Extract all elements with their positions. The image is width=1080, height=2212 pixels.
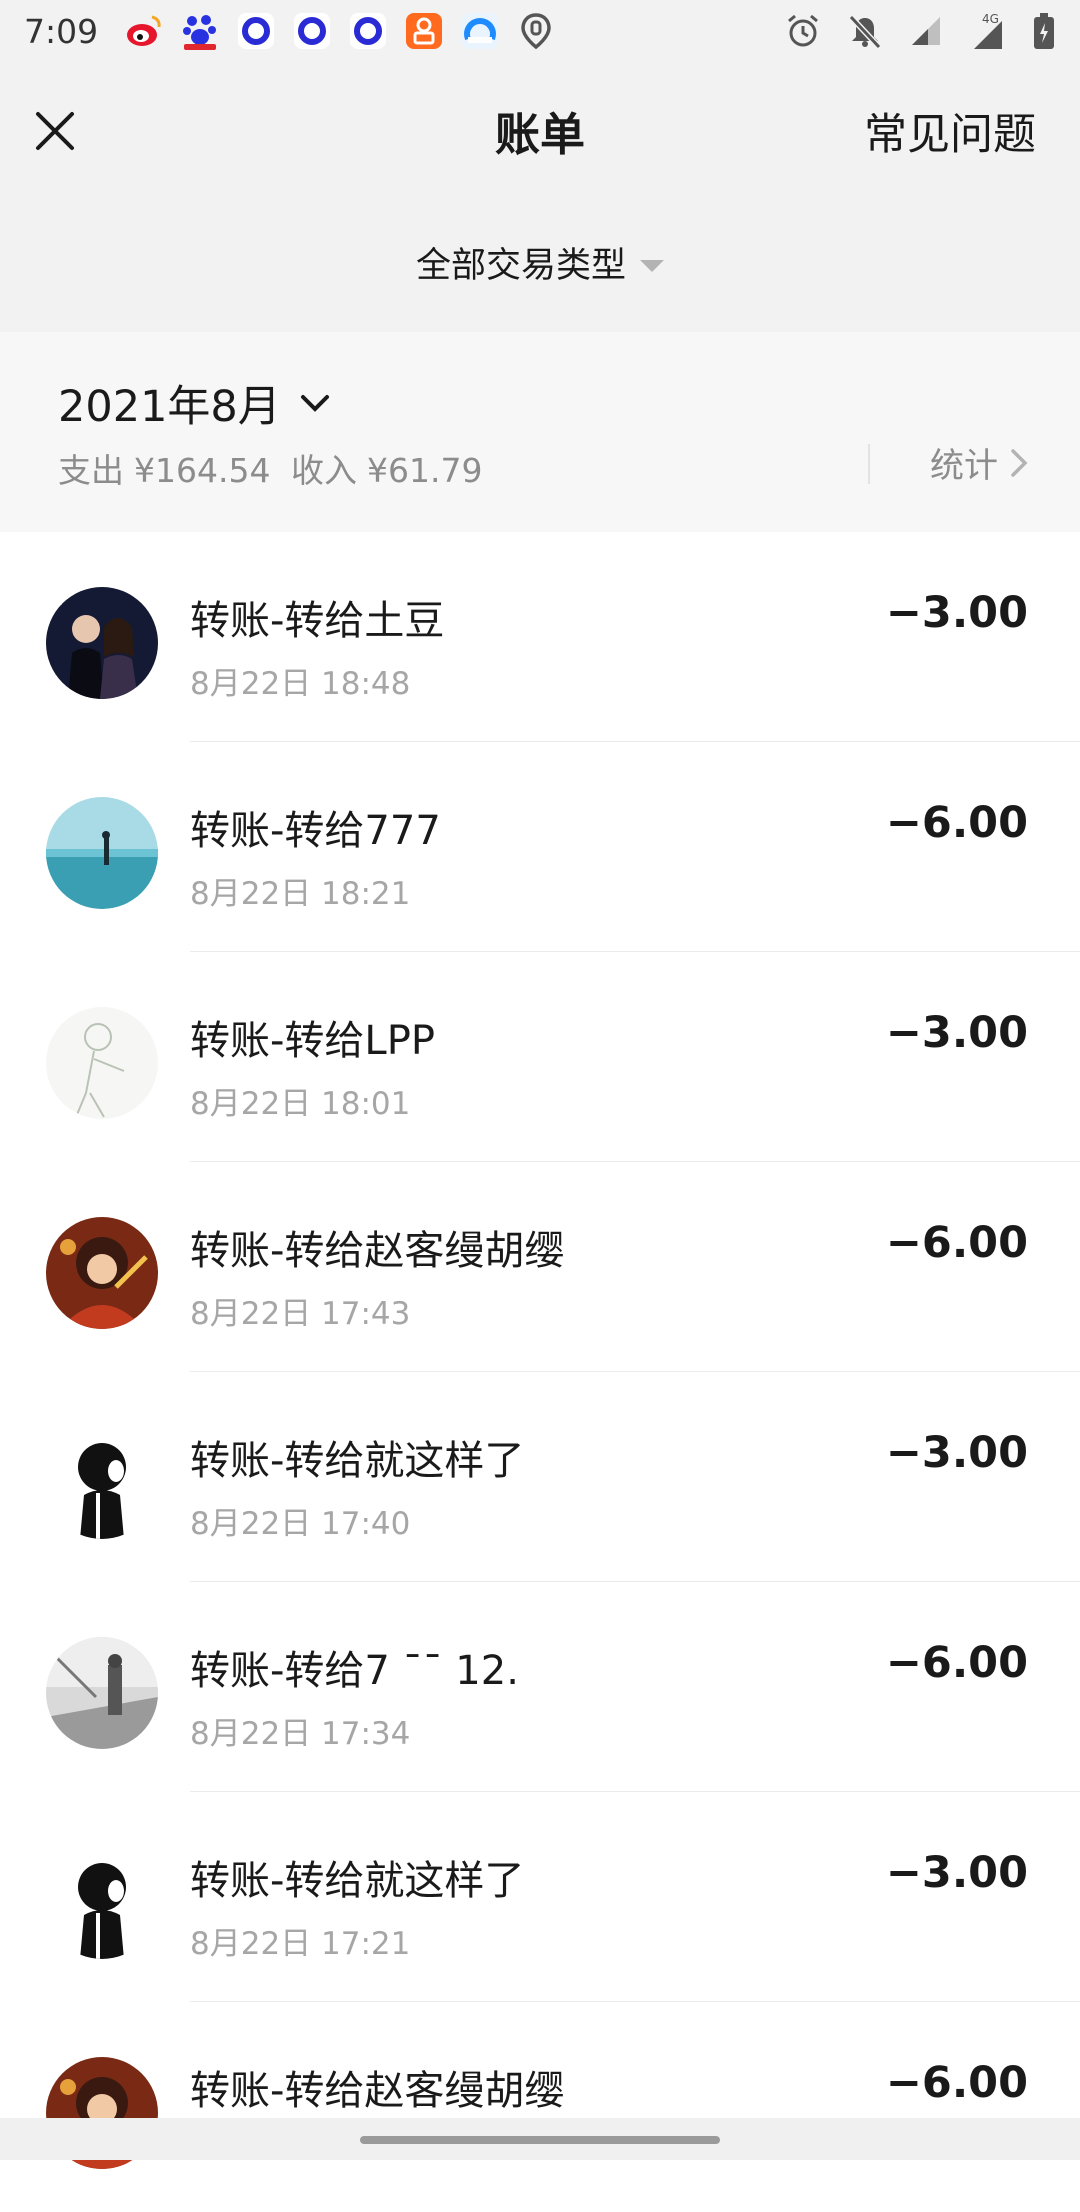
- weibo-icon: [124, 11, 164, 51]
- status-app-icons: [124, 11, 556, 51]
- transaction-amount: −3.00: [885, 588, 1028, 638]
- transaction-row[interactable]: 转账-转给赵客缦胡缨 8月22日 17:43 −6.00: [0, 1162, 1080, 1372]
- transaction-title: 转账-转给就这样了: [190, 1858, 525, 1904]
- transaction-row[interactable]: 转账-转给777 8月22日 18:21 −6.00: [0, 742, 1080, 952]
- month-summary: 2021年8月 支出 ¥164.54 收入 ¥61.79 统计: [0, 332, 1080, 532]
- location-icon: [516, 11, 556, 51]
- month-selector[interactable]: 2021年8月: [58, 372, 331, 434]
- transaction-amount: −3.00: [885, 1008, 1028, 1058]
- divider: [868, 444, 870, 484]
- filter-label: 全部交易类型: [415, 246, 627, 286]
- stats-label: 统计: [930, 446, 998, 486]
- caret-down-icon: [640, 259, 665, 272]
- avatar: [46, 1847, 158, 1959]
- transaction-amount: −6.00: [885, 798, 1028, 848]
- transaction-amount: −6.00: [885, 1638, 1028, 1688]
- avatar: [46, 1637, 158, 1749]
- app-circle-icon: [348, 11, 388, 51]
- signal-4g-icon: 4G: [968, 11, 1008, 51]
- mute-icon: [846, 12, 884, 50]
- transaction-amount: −6.00: [885, 2058, 1028, 2108]
- avatar: [46, 797, 158, 909]
- stats-link[interactable]: 统计: [930, 438, 1028, 487]
- transaction-time: 8月22日 17:43: [190, 1296, 411, 1332]
- avatar: [46, 1007, 158, 1119]
- transaction-title: 转账-转给LPP: [190, 1018, 435, 1064]
- avatar: [46, 1427, 158, 1539]
- transaction-row[interactable]: 转账-转给7 ¯¯ 12. 8月22日 17:34 −6.00: [0, 1582, 1080, 1792]
- signal-icon: [908, 13, 944, 49]
- chevron-right-icon: [1011, 448, 1028, 477]
- income-value: ¥61.79: [366, 451, 483, 490]
- baidu-icon: [180, 11, 220, 51]
- transaction-title: 转账-转给赵客缦胡缨: [190, 2068, 565, 2114]
- transaction-time: 8月22日 18:21: [190, 876, 411, 912]
- transaction-row[interactable]: 转账-转给土豆 8月22日 18:48 −3.00: [0, 532, 1080, 742]
- month-totals: 支出 ¥164.54 收入 ¥61.79: [58, 444, 492, 492]
- transaction-amount: −3.00: [885, 1848, 1028, 1898]
- transaction-title: 转账-转给就这样了: [190, 1438, 525, 1484]
- transaction-row[interactable]: 转账-转给赵客缦胡缨 −6.00: [0, 2002, 1080, 2212]
- transaction-title: 转账-转给7 ¯¯ 12.: [190, 1648, 519, 1694]
- transaction-time: 8月22日 17:21: [190, 1926, 411, 1962]
- avatar: [46, 587, 158, 699]
- transaction-list: 转账-转给土豆 8月22日 18:48 −3.00 转账-转给777 8月22日…: [0, 532, 1080, 2212]
- transaction-type-filter[interactable]: 全部交易类型: [415, 237, 665, 288]
- transaction-row[interactable]: 转账-转给LPP 8月22日 18:01 −3.00: [0, 952, 1080, 1162]
- status-indicators: 4G: [784, 11, 1056, 51]
- transaction-row[interactable]: 转账-转给就这样了 8月22日 17:40 −3.00: [0, 1372, 1080, 1582]
- close-button[interactable]: [28, 104, 82, 158]
- income-label: 收入: [290, 451, 357, 490]
- transaction-title: 转账-转给777: [190, 808, 441, 854]
- transaction-time: 8月22日 17:34: [190, 1716, 411, 1752]
- transaction-time: 8月22日 18:01: [190, 1086, 411, 1122]
- close-icon: [36, 112, 74, 150]
- transaction-time: 8月22日 18:48: [190, 666, 411, 702]
- chevron-down-icon: [300, 395, 329, 412]
- battery-icon: [1032, 11, 1056, 51]
- app-circle-icon: [292, 11, 332, 51]
- browser-icon: [460, 11, 500, 51]
- nav-bar: 账单 常见问题: [0, 62, 1080, 197]
- avatar: [46, 1217, 158, 1329]
- app-circle-icon: [236, 11, 276, 51]
- status-time: 7:09: [24, 11, 99, 51]
- transaction-title: 转账-转给土豆: [190, 598, 445, 644]
- month-label: 2021年8月: [58, 382, 281, 432]
- home-indicator[interactable]: [360, 2136, 720, 2144]
- expense-value: ¥164.54: [134, 451, 271, 490]
- faq-link[interactable]: 常见问题: [864, 100, 1036, 162]
- transaction-amount: −3.00: [885, 1428, 1028, 1478]
- expense-label: 支出: [58, 451, 124, 490]
- taobao-icon: [404, 11, 444, 51]
- transaction-amount: −6.00: [885, 1218, 1028, 1268]
- alarm-icon: [784, 12, 822, 50]
- transaction-title: 转账-转给赵客缦胡缨: [190, 1228, 565, 1274]
- status-bar: 7:09 4G: [0, 0, 1080, 62]
- svg-text:4G: 4G: [982, 12, 999, 26]
- filter-bar: 全部交易类型: [0, 197, 1080, 332]
- transaction-row[interactable]: 转账-转给就这样了 8月22日 17:21 −3.00: [0, 1792, 1080, 2002]
- transaction-time: 8月22日 17:40: [190, 1506, 411, 1542]
